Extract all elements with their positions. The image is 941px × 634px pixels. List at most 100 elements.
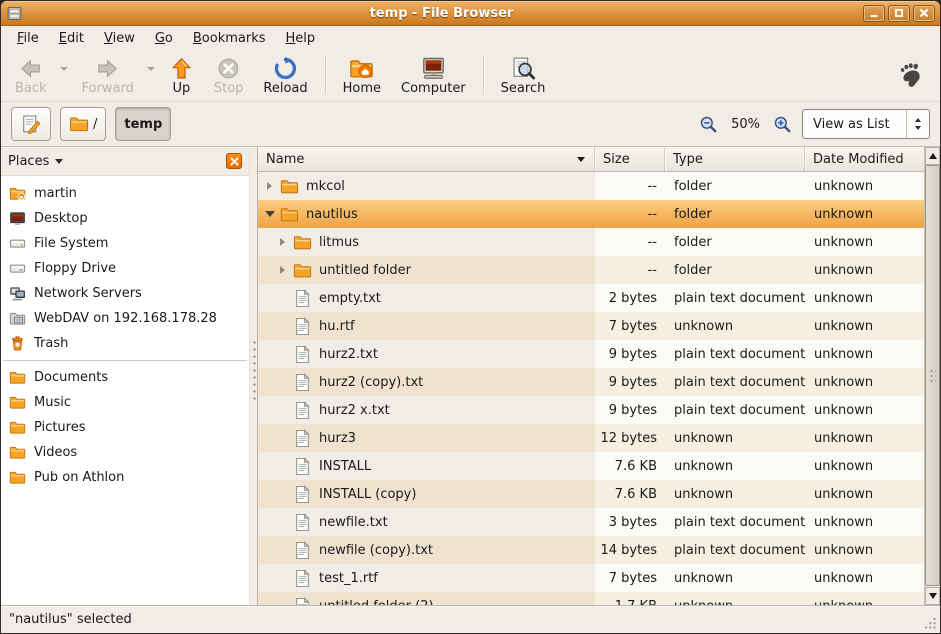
minimize-button[interactable] — [863, 5, 885, 22]
cell-name: INSTALL — [258, 452, 595, 480]
cell-date: unknown — [805, 340, 924, 368]
file-row-hurz2-x-txt[interactable]: hurz2 x.txt 9 bytes plain text document … — [258, 396, 924, 424]
text-file-icon — [293, 373, 312, 392]
location-bar: / temp 50% View as List — [1, 102, 940, 147]
combo-spinner-icon[interactable] — [906, 110, 929, 138]
sidebar-item-documents[interactable]: Documents — [1, 365, 249, 390]
cell-date: unknown — [805, 480, 924, 508]
menu-item-help[interactable]: Help — [276, 28, 326, 49]
cell-name: empty.txt — [258, 284, 595, 312]
search-button[interactable]: Search — [491, 52, 556, 99]
file-row-hurz2-txt[interactable]: hurz2.txt 9 bytes plain text document un… — [258, 340, 924, 368]
cell-type: unknown — [665, 452, 805, 480]
computer-button[interactable]: Computer — [391, 52, 476, 99]
file-browser-window: temp - File Browser FileEditViewGoBookma… — [0, 0, 941, 634]
scrollbar-thumb[interactable] — [925, 165, 940, 586]
pane-resize-handle[interactable] — [249, 147, 257, 605]
file-row-hu-rtf[interactable]: hu.rtf 7 bytes unknown unknown — [258, 312, 924, 340]
scrollbar-track[interactable] — [925, 165, 940, 587]
cell-name: mkcol — [258, 172, 595, 200]
cell-name: newfile.txt — [258, 508, 595, 536]
cell-date: unknown — [805, 312, 924, 340]
sidebar-item-videos[interactable]: Videos — [1, 440, 249, 465]
dropdown-arrow-icon[interactable] — [57, 52, 72, 99]
sidebar-item-webdav-on-192-168-178-28[interactable]: WebDAV on 192.168.178.28 — [1, 306, 249, 331]
reload-button[interactable]: Reload — [253, 52, 317, 99]
file-row-litmus[interactable]: litmus -- folder unknown — [258, 228, 924, 256]
file-row-nautilus[interactable]: nautilus -- folder unknown — [258, 200, 924, 228]
sidebar-item-desktop[interactable]: Desktop — [1, 206, 249, 231]
edit-location-button[interactable] — [11, 107, 51, 141]
expander-icon[interactable] — [276, 238, 289, 246]
folder-icon — [9, 394, 26, 411]
sidebar-item-file-system[interactable]: File System — [1, 231, 249, 256]
home-folder-small-icon — [9, 185, 26, 202]
expander-icon[interactable] — [263, 211, 276, 217]
cell-name: litmus — [258, 228, 595, 256]
sidebar-item-pictures[interactable]: Pictures — [1, 415, 249, 440]
places-sidebar: Places martin Desktop File System Floppy… — [1, 147, 249, 605]
scroll-down-button[interactable] — [925, 587, 940, 605]
menu-item-bookmarks[interactable]: Bookmarks — [183, 28, 276, 49]
scroll-up-button[interactable] — [925, 147, 940, 165]
view-as-select[interactable]: View as List — [802, 109, 930, 139]
maximize-button[interactable] — [888, 5, 910, 22]
text-file-icon — [293, 429, 312, 448]
up-button[interactable]: Up — [159, 52, 204, 99]
cell-type: unknown — [665, 592, 805, 605]
window-controls — [860, 5, 935, 22]
menu-item-file[interactable]: File — [7, 28, 49, 49]
column-header-type[interactable]: Type — [665, 147, 805, 171]
file-row-install[interactable]: INSTALL 7.6 KB unknown unknown — [258, 452, 924, 480]
sidebar-item-trash[interactable]: Trash — [1, 331, 249, 356]
file-row-hurz2-copy-txt[interactable]: hurz2 (copy).txt 9 bytes plain text docu… — [258, 368, 924, 396]
zoom-out-button[interactable] — [699, 115, 718, 134]
cell-type: plain text document — [665, 368, 805, 396]
forward-button[interactable]: Forward — [72, 52, 144, 99]
menu-item-view[interactable]: View — [94, 28, 145, 49]
resize-grip[interactable] — [922, 615, 938, 631]
cell-size: 7.6 KB — [595, 452, 665, 480]
folder-icon — [293, 233, 312, 252]
current-folder-button[interactable]: temp — [115, 107, 171, 141]
column-header-date-modified[interactable]: Date Modified — [805, 147, 924, 171]
column-header-size[interactable]: Size — [595, 147, 665, 171]
trash-can-icon — [9, 335, 26, 352]
sidebar-item-music[interactable]: Music — [1, 390, 249, 415]
file-row-newfile-txt[interactable]: newfile.txt 3 bytes plain text document … — [258, 508, 924, 536]
cell-type: unknown — [665, 480, 805, 508]
column-header-name[interactable]: Name — [258, 147, 595, 171]
home-button[interactable]: Home — [333, 52, 391, 99]
zoom-in-button[interactable] — [773, 115, 792, 134]
file-row-mkcol[interactable]: mkcol -- folder unknown — [258, 172, 924, 200]
stop-button[interactable]: Stop — [204, 52, 254, 99]
root-path-button[interactable]: / — [60, 107, 106, 141]
menu-item-go[interactable]: Go — [145, 28, 183, 49]
menu-item-edit[interactable]: Edit — [49, 28, 94, 49]
cell-date: unknown — [805, 368, 924, 396]
text-file-icon — [293, 317, 312, 336]
sidebar-item-network-servers[interactable]: Network Servers — [1, 281, 249, 306]
sidebar-item-floppy-drive[interactable]: Floppy Drive — [1, 256, 249, 281]
titlebar[interactable]: temp - File Browser — [1, 1, 940, 26]
places-selector[interactable]: Places — [8, 154, 63, 169]
close-button[interactable] — [913, 5, 935, 22]
expander-icon[interactable] — [276, 266, 289, 274]
file-row-hurz3[interactable]: hurz3 12 bytes unknown unknown — [258, 424, 924, 452]
file-row-untitled-folder[interactable]: untitled folder -- folder unknown — [258, 256, 924, 284]
toolbar-separator — [483, 57, 484, 94]
file-row-empty-txt[interactable]: empty.txt 2 bytes plain text document un… — [258, 284, 924, 312]
back-button[interactable]: Back — [5, 52, 57, 99]
cell-size: 9 bytes — [595, 340, 665, 368]
sidebar-close-button[interactable] — [226, 153, 242, 169]
file-row-test-1-rtf[interactable]: test_1.rtf 7 bytes unknown unknown — [258, 564, 924, 592]
sidebar-item-martin[interactable]: martin — [1, 181, 249, 206]
expander-icon[interactable] — [263, 182, 276, 190]
file-row-newfile-copy-txt[interactable]: newfile (copy).txt 14 bytes plain text d… — [258, 536, 924, 564]
places-list: martin Desktop File System Floppy Drive … — [1, 176, 249, 605]
file-row-untitled-folder-2[interactable]: untitled folder (2) 1.7 KB unknown unkno… — [258, 592, 924, 605]
dropdown-arrow-icon[interactable] — [144, 52, 159, 99]
sidebar-item-pub-on-athlon[interactable]: Pub on Athlon — [1, 465, 249, 490]
note-pencil-icon — [21, 114, 41, 134]
file-row-install-copy[interactable]: INSTALL (copy) 7.6 KB unknown unknown — [258, 480, 924, 508]
